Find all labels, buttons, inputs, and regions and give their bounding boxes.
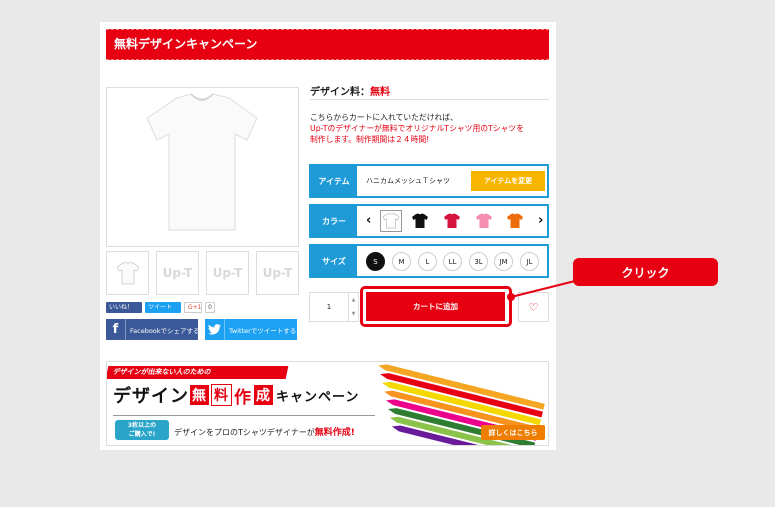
click-annotation-label: クリック xyxy=(573,258,718,286)
click-annotation-pointer xyxy=(507,279,580,301)
